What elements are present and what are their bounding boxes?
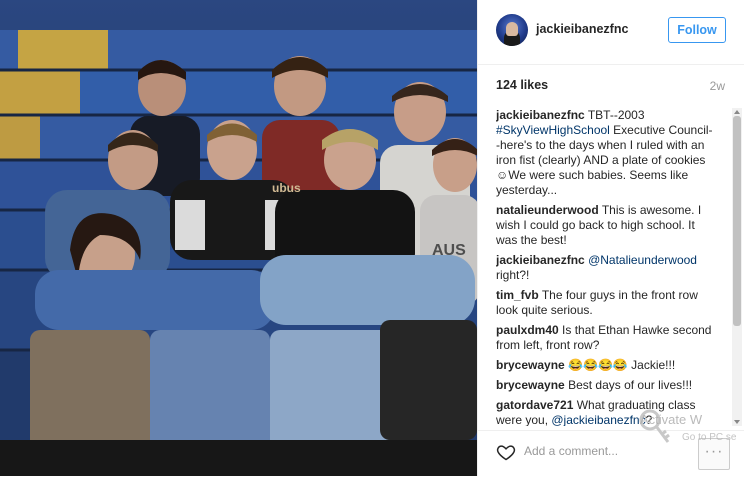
list-item: jackieibanezfnc @Natalieunderwood right?… bbox=[496, 253, 714, 283]
post-header: jackieibanezfnc Follow bbox=[478, 0, 744, 65]
comments-list: jackieibanezfnc TBT--2003 #SkyViewHighSc… bbox=[496, 108, 714, 426]
heart-icon[interactable] bbox=[496, 442, 516, 462]
caption: jackieibanezfnc TBT--2003 #SkyViewHighSc… bbox=[496, 108, 714, 198]
post-sidebar: jackieibanezfnc Follow 124 likes 2w jack… bbox=[477, 0, 744, 476]
list-item: brycewayne 😂😂😂😂 Jackie!!! bbox=[496, 358, 714, 373]
comment-username[interactable]: brycewayne bbox=[496, 378, 565, 392]
avatar[interactable] bbox=[496, 14, 528, 46]
comment-text: 😂😂😂😂 Jackie!!! bbox=[568, 358, 676, 372]
post-timestamp[interactable]: 2w bbox=[710, 79, 725, 93]
activate-windows-title: Activate W bbox=[640, 412, 703, 427]
caption-text-start: TBT--2003 bbox=[587, 108, 645, 122]
scrollbar-thumb[interactable] bbox=[733, 116, 741, 326]
follow-button[interactable]: Follow bbox=[668, 17, 726, 43]
post-photo[interactable]: ubus AUS bbox=[0, 0, 477, 476]
comment-username[interactable]: brycewayne bbox=[496, 358, 565, 372]
list-item: natalieunderwood This is awesome. I wish… bbox=[496, 203, 714, 248]
comment-text: Best days of our lives!!! bbox=[568, 378, 693, 392]
scroll-up-arrow-icon[interactable] bbox=[734, 110, 740, 114]
comment-username[interactable]: natalieunderwood bbox=[496, 203, 599, 217]
hashtag-link[interactable]: #SkyViewHighSchool bbox=[496, 123, 610, 137]
activate-windows-subtitle: Go to PC se bbox=[682, 432, 737, 443]
comments-scrollbar[interactable] bbox=[732, 108, 742, 426]
list-item: brycewayne Best days of our lives!!! bbox=[496, 378, 714, 393]
mention-link[interactable]: @Natalieunderwood bbox=[588, 253, 697, 267]
list-item: paulxdm40 Is that Ethan Hawke second fro… bbox=[496, 323, 714, 353]
scroll-down-arrow-icon[interactable] bbox=[734, 420, 740, 424]
comment-username[interactable]: jackieibanezfnc bbox=[496, 108, 585, 122]
comment-text: right?! bbox=[496, 268, 530, 282]
header-username[interactable]: jackieibanezfnc bbox=[536, 22, 628, 36]
add-comment-input[interactable]: Add a comment... bbox=[524, 444, 618, 458]
likes-count[interactable]: 124 likes bbox=[496, 78, 548, 92]
comment-username[interactable]: jackieibanezfnc bbox=[496, 253, 585, 267]
group-photo-image: ubus AUS bbox=[0, 0, 477, 476]
list-item: tim_fvb The four guys in the front row l… bbox=[496, 288, 714, 318]
comment-username[interactable]: tim_fvb bbox=[496, 288, 539, 302]
comment-username[interactable]: gatordave721 bbox=[496, 398, 573, 412]
comment-username[interactable]: paulxdm40 bbox=[496, 323, 559, 337]
mention-link[interactable]: @jackieibanezfnc bbox=[551, 413, 645, 426]
